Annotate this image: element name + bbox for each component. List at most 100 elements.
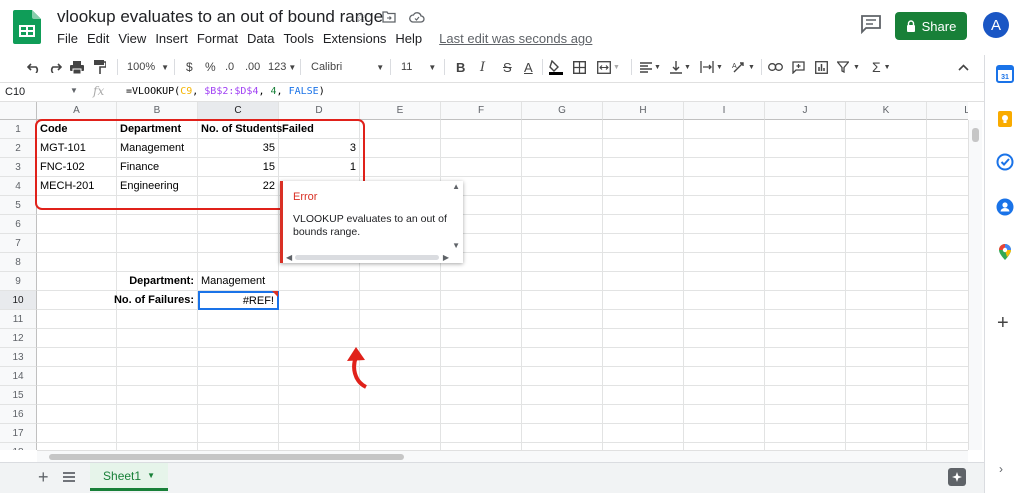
grid-cell[interactable] xyxy=(927,367,968,386)
grid-cell[interactable] xyxy=(927,234,968,253)
horizontal-scroll-thumb[interactable] xyxy=(49,454,404,460)
grid-cell[interactable] xyxy=(684,120,765,139)
grid-cell[interactable] xyxy=(927,196,968,215)
grid-cell[interactable] xyxy=(360,139,441,158)
grid-cell[interactable] xyxy=(684,443,765,450)
grid-cell[interactable] xyxy=(117,234,198,253)
grid-cell[interactable] xyxy=(927,443,968,450)
grid-cell[interactable] xyxy=(360,120,441,139)
grid-cell[interactable] xyxy=(765,348,846,367)
grid-cell[interactable] xyxy=(765,139,846,158)
scroll-right-icon[interactable]: ▶ xyxy=(443,253,449,262)
menu-file[interactable]: File xyxy=(57,31,83,46)
grid-cell[interactable] xyxy=(603,120,684,139)
menu-extensions[interactable]: Extensions xyxy=(323,31,392,46)
grid-cell[interactable] xyxy=(117,367,198,386)
star-icon[interactable]: ☆ xyxy=(353,9,369,25)
avatar[interactable]: A xyxy=(983,12,1009,38)
grid-cell[interactable] xyxy=(603,329,684,348)
share-button[interactable]: Share xyxy=(895,12,967,40)
grid-cell[interactable] xyxy=(846,405,927,424)
grid-cell[interactable] xyxy=(522,329,603,348)
merge-cells-icon[interactable]: ▼ xyxy=(597,55,620,79)
maps-icon[interactable] xyxy=(996,243,1014,261)
grid-cell[interactable] xyxy=(927,310,968,329)
grid-cell[interactable] xyxy=(846,367,927,386)
grid-cell[interactable] xyxy=(927,177,968,196)
font-size-select[interactable]: 11 ▼ xyxy=(401,55,436,79)
scroll-left-icon[interactable]: ◀ xyxy=(286,253,292,262)
grid-cell[interactable] xyxy=(522,443,603,450)
grid-cell[interactable] xyxy=(927,215,968,234)
grid-cell[interactable] xyxy=(684,424,765,443)
grid-cell[interactable] xyxy=(927,158,968,177)
grid-cell[interactable] xyxy=(522,196,603,215)
grid-cell[interactable] xyxy=(441,367,522,386)
grid-cell[interactable] xyxy=(441,386,522,405)
grid-cell[interactable] xyxy=(37,234,117,253)
grid-cell[interactable] xyxy=(846,310,927,329)
grid-cell[interactable] xyxy=(37,291,117,310)
grid-cell[interactable] xyxy=(198,424,279,443)
vertical-scrollbar[interactable] xyxy=(968,120,982,450)
row-header-17[interactable]: 17 xyxy=(0,424,37,443)
row-header-13[interactable]: 13 xyxy=(0,348,37,367)
grid-cell[interactable] xyxy=(846,348,927,367)
grid-cell[interactable] xyxy=(117,215,198,234)
all-sheets-icon[interactable] xyxy=(63,471,75,483)
grid-cell[interactable] xyxy=(37,310,117,329)
grid-cell[interactable] xyxy=(684,386,765,405)
grid-cell[interactable] xyxy=(846,234,927,253)
grid-cell[interactable] xyxy=(360,272,441,291)
grid-cell[interactable] xyxy=(846,443,927,450)
grid-cell[interactable] xyxy=(927,348,968,367)
grid-cell[interactable] xyxy=(198,234,279,253)
zoom-select[interactable]: 100% ▼ xyxy=(127,55,169,79)
column-header-c[interactable]: C xyxy=(198,102,279,120)
grid-cell[interactable] xyxy=(927,253,968,272)
grid-cell[interactable] xyxy=(765,367,846,386)
grid-cell[interactable] xyxy=(603,139,684,158)
grid-cell[interactable] xyxy=(198,405,279,424)
grid-cell[interactable] xyxy=(522,424,603,443)
grid-cell[interactable] xyxy=(765,329,846,348)
grid-cell[interactable] xyxy=(684,310,765,329)
row-header-2[interactable]: 2 xyxy=(0,139,37,158)
grid-cell[interactable] xyxy=(279,424,360,443)
grid-cell[interactable] xyxy=(198,386,279,405)
grid-cell[interactable] xyxy=(37,386,117,405)
grid-cell[interactable] xyxy=(684,177,765,196)
grid-cell[interactable] xyxy=(846,253,927,272)
grid-cell[interactable] xyxy=(441,348,522,367)
scroll-down-icon[interactable]: ▼ xyxy=(452,241,460,250)
grid-cell[interactable] xyxy=(117,253,198,272)
grid-cell[interactable] xyxy=(117,443,198,450)
grid-cell[interactable] xyxy=(198,367,279,386)
grid-cell[interactable] xyxy=(441,405,522,424)
grid-cell[interactable] xyxy=(765,120,846,139)
column-header-h[interactable]: H xyxy=(603,102,684,120)
grid-cell[interactable] xyxy=(522,310,603,329)
grid-cell[interactable] xyxy=(684,234,765,253)
grid-cell[interactable] xyxy=(360,405,441,424)
grid-cell[interactable] xyxy=(198,253,279,272)
grid-cell[interactable] xyxy=(37,367,117,386)
grid-cell[interactable] xyxy=(765,443,846,450)
add-addon-icon[interactable]: + xyxy=(997,312,1009,335)
grid-cell[interactable] xyxy=(37,424,117,443)
grid-cell[interactable] xyxy=(927,120,968,139)
grid-cell[interactable] xyxy=(684,272,765,291)
row-header-10[interactable]: 10 xyxy=(0,291,37,310)
formula-input[interactable]: =VLOOKUP(C9, $B$2:$D$4, 4, FALSE) xyxy=(126,86,325,97)
grid-cell[interactable] xyxy=(927,291,968,310)
grid-cell[interactable] xyxy=(117,310,198,329)
grid-cell[interactable] xyxy=(603,310,684,329)
menu-format[interactable]: Format xyxy=(197,31,243,46)
collapse-toolbar-icon[interactable] xyxy=(958,55,969,79)
grid-cell[interactable] xyxy=(603,424,684,443)
vertical-align-icon[interactable]: ▼ xyxy=(670,55,691,79)
row-header-16[interactable]: 16 xyxy=(0,405,37,424)
sheet-tab-sheet1[interactable]: Sheet1 ▼ xyxy=(90,463,168,491)
paint-format-icon[interactable] xyxy=(94,55,106,79)
grid-cell[interactable] xyxy=(846,424,927,443)
